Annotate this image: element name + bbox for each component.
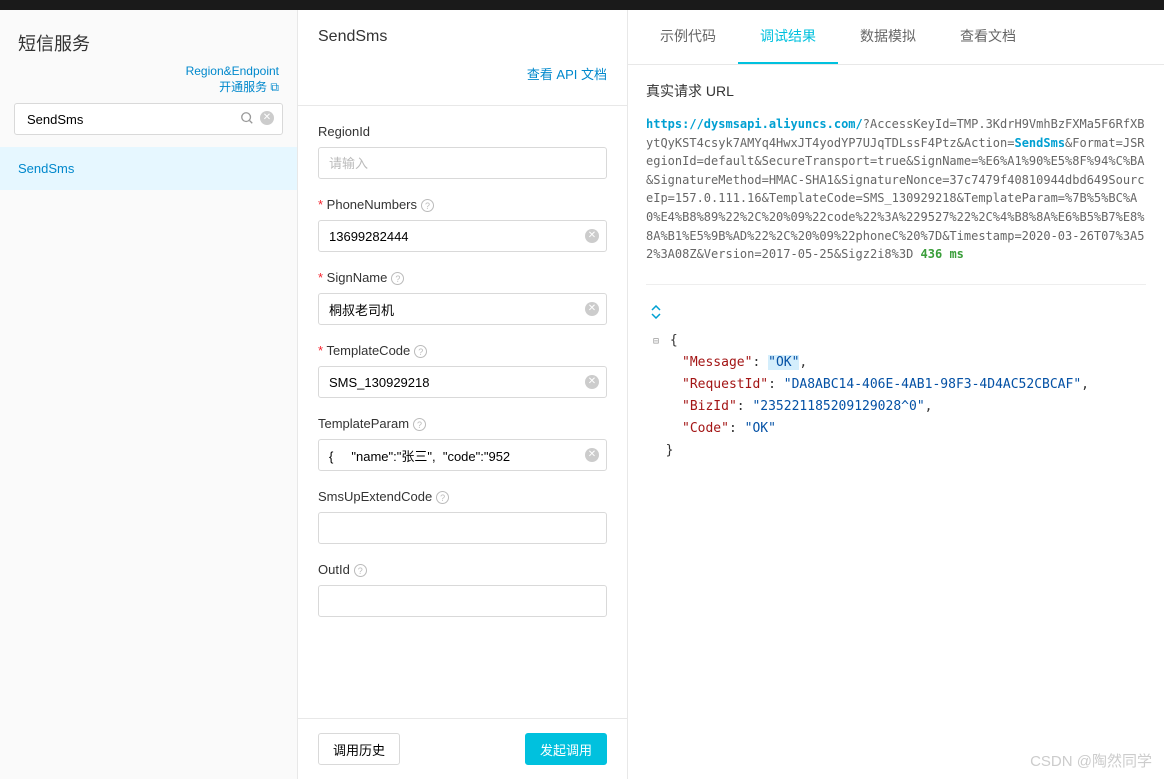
help-icon[interactable]: ?: [436, 491, 449, 504]
header-links: Region&Endpoint 开通服务 ⧉: [0, 64, 297, 103]
left-panel: 短信服务 Region&Endpoint 开通服务 ⧉ ✕ SendSms: [0, 0, 298, 779]
tab-sample-code[interactable]: 示例代码: [638, 10, 738, 64]
history-button[interactable]: 调用历史: [318, 733, 400, 765]
templateparam-label: TemplateParam?: [318, 416, 607, 431]
clear-icon[interactable]: ✕: [585, 448, 599, 462]
invoke-button[interactable]: 发起调用: [525, 733, 607, 765]
api-title: SendSms: [318, 28, 387, 46]
search-icon[interactable]: [240, 111, 254, 128]
outid-input[interactable]: [318, 585, 607, 617]
tab-data-mock[interactable]: 数据模拟: [838, 10, 938, 64]
signname-input[interactable]: [318, 293, 607, 325]
top-bar: [0, 0, 1164, 10]
smsupextendcode-input[interactable]: [318, 512, 607, 544]
clear-search-icon[interactable]: ✕: [260, 111, 274, 125]
clear-icon[interactable]: ✕: [585, 229, 599, 243]
templateparam-input[interactable]: [318, 439, 607, 471]
templatecode-input[interactable]: [318, 366, 607, 398]
clear-icon[interactable]: ✕: [585, 302, 599, 316]
templatecode-label: TemplateCode?: [318, 343, 607, 358]
form-area: RegionId PhoneNumbers? ✕ SignName? ✕: [298, 106, 627, 718]
outid-label: OutId?: [318, 562, 607, 577]
watermark: CSDN @陶然同学: [1030, 750, 1152, 771]
result-tabs: 示例代码 调试结果 数据模拟 查看文档: [628, 10, 1164, 65]
real-request-url-title: 真实请求 URL: [646, 81, 1146, 101]
api-search-box[interactable]: ✕: [14, 103, 283, 135]
response-time: 436 ms: [921, 247, 964, 261]
tab-view-docs[interactable]: 查看文档: [938, 10, 1038, 64]
clear-icon[interactable]: ✕: [585, 375, 599, 389]
middle-panel: SendSms 查看 API 文档 RegionId PhoneNumbers?…: [298, 0, 628, 779]
phonenumbers-label: PhoneNumbers?: [318, 197, 607, 212]
smsupextendcode-label: SmsUpExtendCode?: [318, 489, 607, 504]
request-url-box: https://dysmsapi.aliyuncs.com/?AccessKey…: [646, 115, 1146, 285]
search-input[interactable]: [23, 112, 240, 127]
open-service-link[interactable]: 开通服务 ⧉: [219, 80, 279, 94]
help-icon[interactable]: ?: [354, 564, 367, 577]
form-footer: 调用历史 发起调用: [298, 718, 627, 779]
help-icon[interactable]: ?: [413, 418, 426, 431]
help-icon[interactable]: ?: [414, 345, 427, 358]
regionid-input[interactable]: [318, 147, 607, 179]
json-expand-toggle[interactable]: [646, 305, 1146, 322]
external-link-icon: ⧉: [270, 80, 279, 94]
service-title: 短信服务: [0, 10, 297, 64]
regionid-label: RegionId: [318, 124, 607, 139]
tab-debug-result[interactable]: 调试结果: [738, 10, 838, 64]
phonenumbers-input[interactable]: [318, 220, 607, 252]
region-endpoint-link[interactable]: Region&Endpoint: [186, 64, 279, 78]
sidebar-item-sendsms[interactable]: SendSms: [0, 147, 297, 190]
help-icon[interactable]: ?: [391, 272, 404, 285]
signname-label: SignName?: [318, 270, 607, 285]
help-icon[interactable]: ?: [421, 199, 434, 212]
url-base[interactable]: https://dysmsapi.aliyuncs.com/: [646, 117, 863, 131]
right-panel: 示例代码 调试结果 数据模拟 查看文档 真实请求 URL https://dys…: [628, 0, 1164, 779]
json-response: ⊟ { "Message": "OK", "RequestId": "DA8AB…: [646, 330, 1146, 463]
collapse-icon[interactable]: ⊟: [650, 333, 662, 350]
view-api-doc-link[interactable]: 查看 API 文档: [527, 67, 607, 82]
